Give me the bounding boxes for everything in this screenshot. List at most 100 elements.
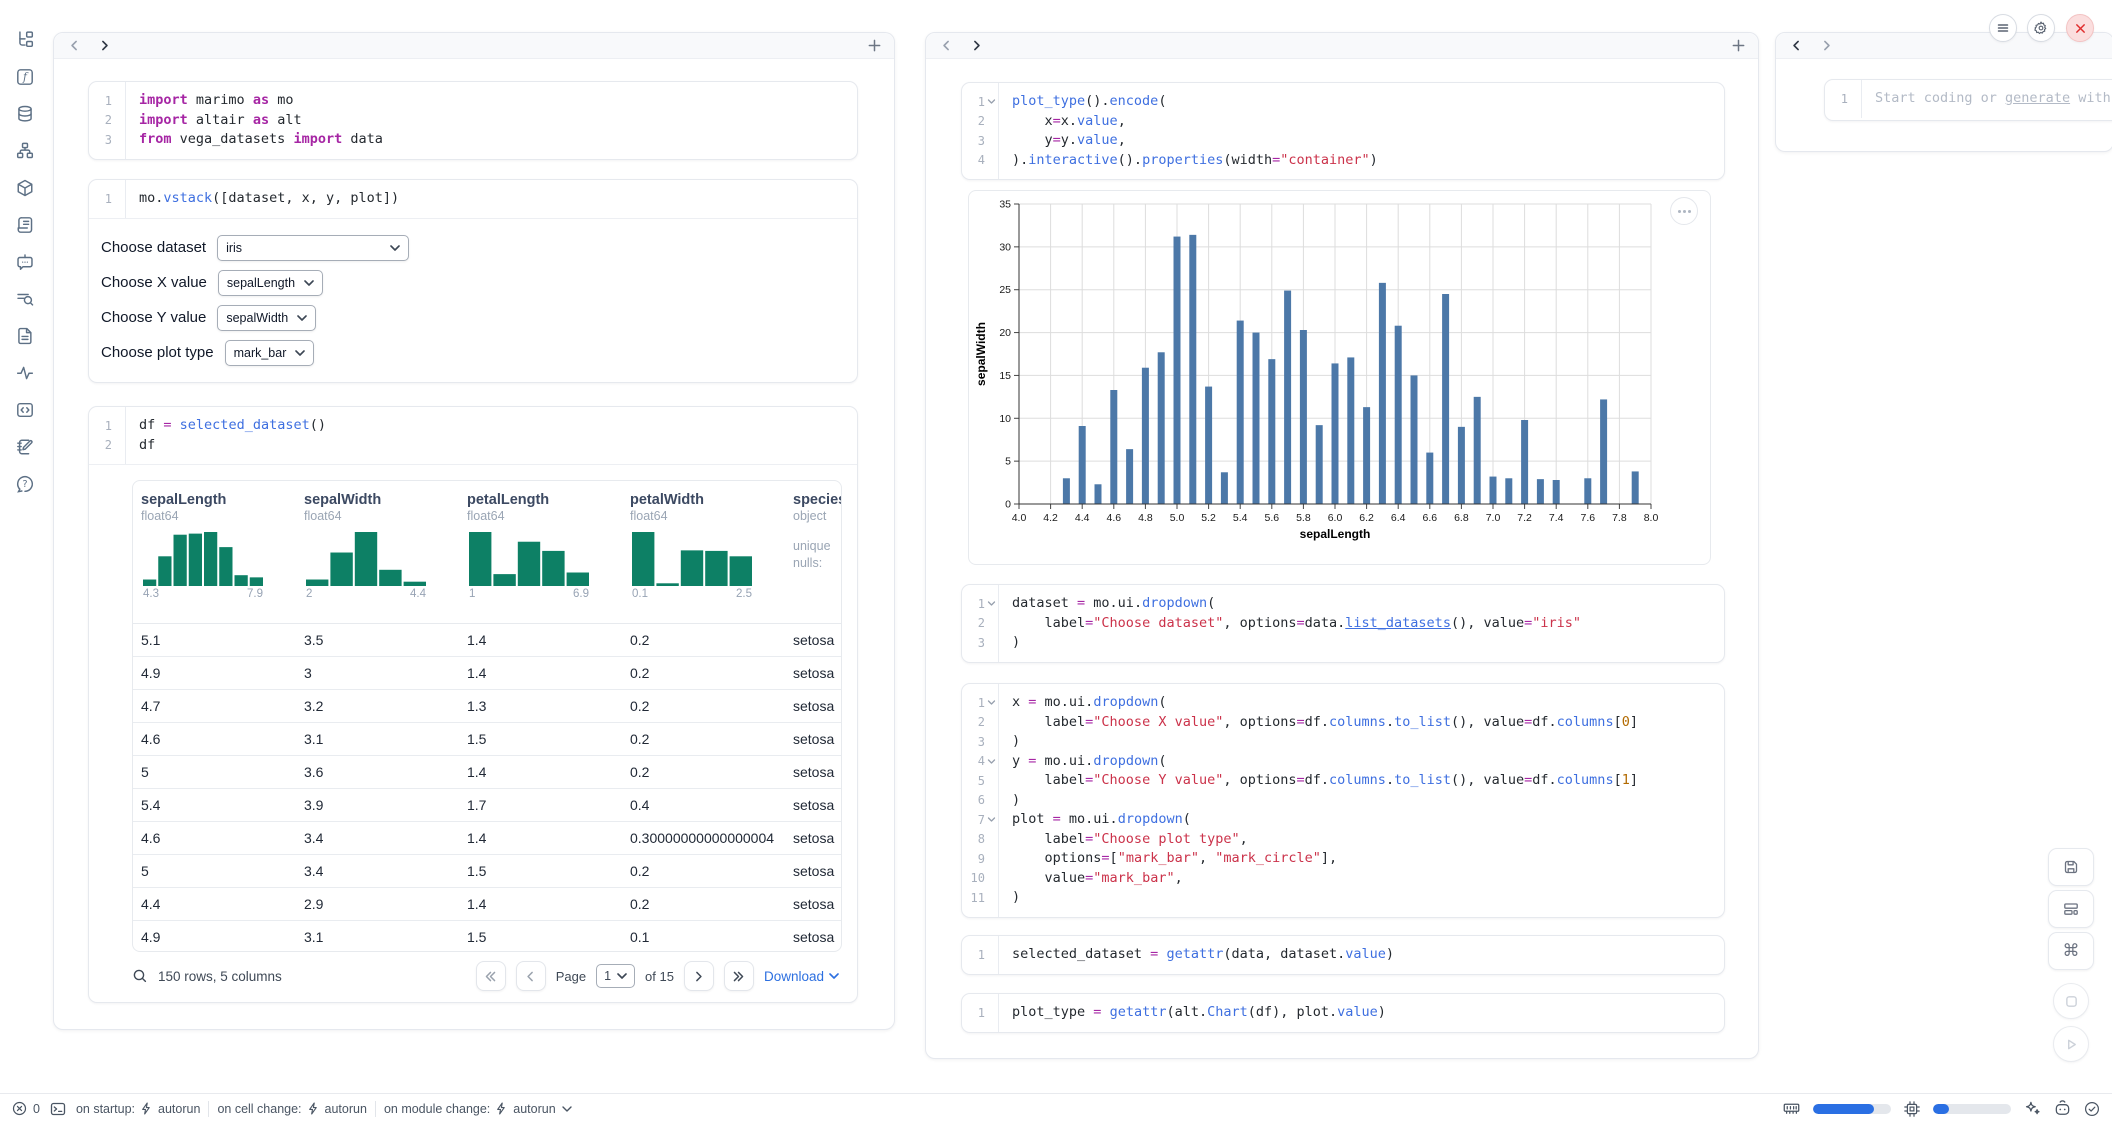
run-all-button[interactable] [2053,1026,2089,1062]
dependency-graph-icon[interactable] [16,142,34,160]
code-editor[interactable]: 1234plot_type().encode( x=x.value, y=y.v… [962,83,1724,179]
plot-code-cell[interactable]: 1234plot_type().encode( x=x.value, y=y.v… [961,82,1725,180]
next-page-button[interactable] [684,961,714,991]
code-editor[interactable]: 12df = selected_dataset()df [89,407,857,464]
control-label: Choose dataset [101,239,206,256]
table-row[interactable]: 5.13.51.40.2setosa [133,624,841,657]
code-editor[interactable]: 123dataset = mo.ui.dropdown( label="Choo… [962,585,1724,662]
table-row[interactable]: 4.63.11.50.2setosa [133,723,841,756]
add-cell-button[interactable] [867,38,882,53]
download-button[interactable]: Download [764,969,839,984]
table-row[interactable]: 53.41.50.2setosa [133,855,841,888]
column-header[interactable]: petalLengthfloat6416.9 [459,481,622,623]
snippets-icon[interactable] [16,401,34,419]
errors-indicator[interactable]: 0 [12,1101,40,1116]
move-column-right-button[interactable] [98,39,111,52]
table-row[interactable]: 4.63.41.40.30000000000000004setosa [133,822,841,855]
code-editor[interactable]: 1mo.vstack([dataset, x, y, plot]) [89,180,857,218]
settings-button[interactable] [2027,14,2055,42]
runtime-config-item[interactable]: on cell change:autorun [217,1102,367,1116]
dataframe-code-cell[interactable]: 12df = selected_dataset()df sepalLengthf… [88,406,858,1003]
column-header[interactable]: sepalLengthfloat644.37.9 [133,481,296,623]
altair-chart-output: 4.04.24.44.64.85.05.25.45.65.86.06.26.46… [968,190,1711,565]
svg-text:20: 20 [999,327,1011,339]
keyboard-shortcuts-button[interactable]: ⌘ [2048,932,2094,970]
xyplot-dropdowns-code-cell[interactable]: 1234567891011x = mo.ui.dropdown( label="… [961,683,1725,918]
terminal-icon [50,1101,66,1117]
circle-x-icon [12,1101,27,1116]
table-footer: 150 rows, 5 columns Page 1 of 15 Downloa… [132,956,839,996]
runtime-config-item[interactable]: on module change:autorun [384,1102,572,1116]
table-row[interactable]: 4.93.11.50.1setosa [133,921,841,952]
move-column-right-button[interactable] [1820,39,1833,52]
table-row[interactable]: 4.42.91.40.2setosa [133,888,841,921]
save-button[interactable] [2048,848,2094,886]
function-icon[interactable]: f [16,68,34,86]
code-editor[interactable]: 123import marimo as moimport altair as a… [89,82,857,159]
code-editor[interactable]: 1selected_dataset = getattr(data, datase… [962,936,1724,974]
column-header[interactable]: petalWidthfloat640.12.5 [622,481,785,623]
add-cell-button[interactable] [1731,38,1746,53]
runtime-config-item[interactable]: on startup:autorun [76,1102,200,1116]
move-column-right-button[interactable] [970,39,983,52]
layout-toggle-button[interactable] [2048,890,2094,928]
plot-type-code-cell[interactable]: 1plot_type = getattr(alt.Chart(df), plot… [961,993,1725,1033]
file-tree-icon[interactable] [16,31,34,49]
move-column-left-button[interactable] [1790,39,1803,52]
svg-text:25: 25 [999,284,1011,296]
stop-icon [2065,995,2078,1008]
chevron-down-icon [617,973,627,979]
ai-assistant-icon[interactable] [2054,1100,2071,1117]
database-icon[interactable] [16,105,34,123]
control-row: Choose dataset iris [101,236,845,260]
move-column-left-button[interactable] [940,39,953,52]
chart-menu-button[interactable] [1670,197,1698,225]
scratchpad-icon[interactable] [16,438,34,456]
table-row[interactable]: 53.61.40.2setosa [133,756,841,789]
dropdown-select[interactable]: sepalLength [218,270,323,296]
dataset-dropdown-code-cell[interactable]: 123dataset = mo.ui.dropdown( label="Choo… [961,584,1725,663]
table-row[interactable]: 4.73.21.30.2setosa [133,690,841,723]
last-page-button[interactable] [724,961,754,991]
documentation-icon[interactable] [16,327,34,345]
notebook-menu-button[interactable] [1989,14,2017,42]
svg-text:4.8: 4.8 [1138,512,1153,524]
ai-sparkles-icon[interactable] [2024,1100,2041,1117]
move-column-left-button[interactable] [68,39,81,52]
stop-kernel-button[interactable] [2053,983,2089,1019]
dropdown-select[interactable]: iris [217,235,409,261]
svg-text:7.4: 7.4 [1549,512,1564,524]
page-select[interactable]: 1 [596,964,635,988]
page-label: Page [556,969,586,984]
svg-text:5.4: 5.4 [1233,512,1248,524]
code-editor[interactable]: 1234567891011x = mo.ui.dropdown( label="… [962,684,1724,917]
selected-dataset-code-cell[interactable]: 1selected_dataset = getattr(data, datase… [961,935,1725,975]
shutdown-button[interactable] [2066,14,2094,42]
terminal-button[interactable] [50,1101,66,1117]
control-label: Choose X value [101,274,207,291]
code-editor[interactable]: 1plot_type = getattr(alt.Chart(df), plot… [962,994,1724,1032]
first-page-button[interactable] [476,961,506,991]
vstack-code-cell[interactable]: 1mo.vstack([dataset, x, y, plot]) Choose… [88,179,858,383]
column-2-panel: 1234plot_type().encode( x=x.value, y=y.v… [925,32,1759,1059]
table-row[interactable]: 5.43.91.70.4setosa [133,789,841,822]
search-list-icon[interactable] [16,290,34,308]
package-icon[interactable] [16,179,34,197]
empty-scratch-cell[interactable]: 1Start coding or generate with AI [1824,79,2112,121]
dropdown-select[interactable]: mark_bar [225,340,315,366]
prev-page-button[interactable] [516,961,546,991]
dropdown-select[interactable]: sepalWidth [217,305,316,331]
scroll-logs-icon[interactable] [16,216,34,234]
svg-text:6.8: 6.8 [1454,512,1469,524]
tracing-icon[interactable] [16,364,34,382]
chat-assistant-icon[interactable] [16,253,34,271]
column-header[interactable]: sepalWidthfloat6424.4 [296,481,459,623]
column-header[interactable]: speciesobjectuniquenulls: [785,481,842,623]
imports-code-cell[interactable]: 123import marimo as moimport altair as a… [88,81,858,160]
connection-status-icon[interactable] [2084,1101,2100,1117]
code-editor-placeholder[interactable]: 1Start coding or generate with AI [1825,80,2112,118]
error-count: 0 [33,1102,40,1116]
table-row[interactable]: 4.931.40.2setosa [133,657,841,690]
search-icon[interactable] [132,968,148,984]
help-icon[interactable]: ? [16,475,34,493]
